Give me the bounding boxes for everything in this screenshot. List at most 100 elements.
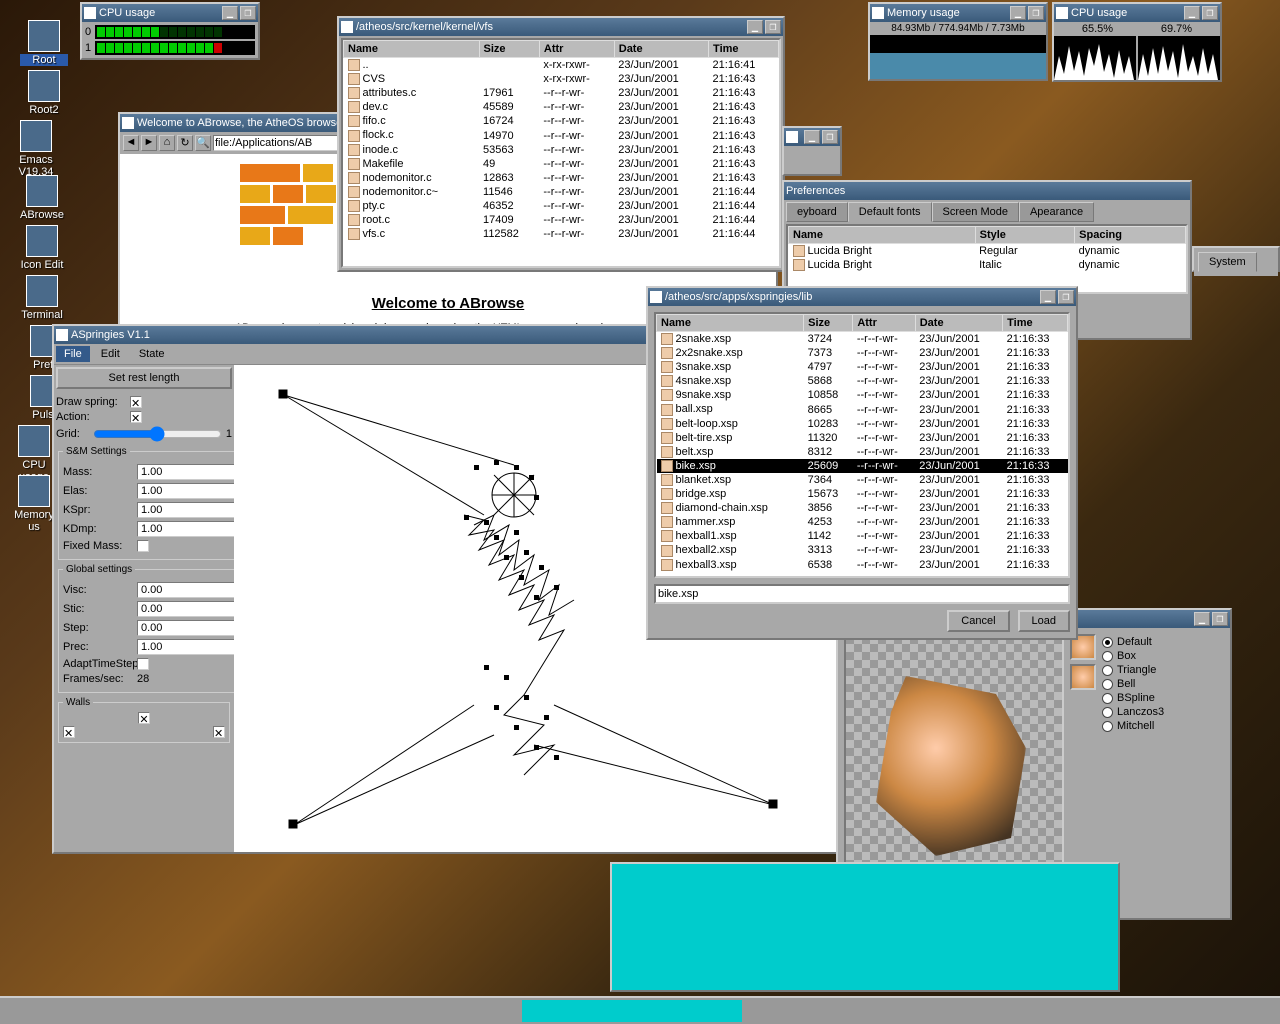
table-row[interactable]: vfs.c112582--r--r-wr-23/Jun/200121:16:44 <box>344 227 779 241</box>
kspr-input[interactable] <box>137 502 234 518</box>
step-input[interactable] <box>137 620 234 636</box>
tab-apearance[interactable]: Apearance <box>1019 202 1094 222</box>
table-row[interactable]: bike.xsp25609--r--r-wr-23/Jun/200121:16:… <box>657 459 1068 473</box>
col-header[interactable]: Name <box>344 41 480 58</box>
wall-left[interactable]: ✕ <box>63 726 75 738</box>
col-header[interactable]: Attr <box>853 315 915 332</box>
table-row[interactable]: root.c17409--r--r-wr-23/Jun/200121:16:44 <box>344 213 779 227</box>
filename-input[interactable] <box>654 584 1070 604</box>
col-header[interactable]: Date <box>614 41 708 58</box>
table-row[interactable]: attributes.c17961--r--r-wr-23/Jun/200121… <box>344 86 779 100</box>
radio-bspline[interactable] <box>1102 693 1113 704</box>
table-row[interactable]: fifo.c16724--r--r-wr-23/Jun/200121:16:43 <box>344 114 779 128</box>
radio-mitchell[interactable] <box>1102 721 1113 732</box>
desktop-icon-abrowse[interactable]: ABrowse <box>18 175 66 221</box>
desktop-icon-root[interactable]: Root <box>20 20 68 66</box>
col-header[interactable]: Name <box>789 227 976 244</box>
menu-state[interactable]: State <box>131 346 173 362</box>
col-header[interactable]: Name <box>657 315 804 332</box>
wall-top[interactable]: ✕ <box>138 712 150 724</box>
tab-system[interactable]: System <box>1198 252 1257 272</box>
radio-default[interactable] <box>1102 637 1113 648</box>
cpu2-titlebar[interactable]: CPU usage▁❐ <box>1054 4 1220 22</box>
taskbar[interactable] <box>0 996 1280 1024</box>
table-row[interactable]: diamond-chain.xsp3856--r--r-wr-23/Jun/20… <box>657 501 1068 515</box>
col-header[interactable]: Style <box>975 227 1075 244</box>
minimize-button[interactable]: ▁ <box>1184 6 1200 20</box>
radio-box[interactable] <box>1102 651 1113 662</box>
col-header[interactable]: Time <box>1003 315 1068 332</box>
maximize-button[interactable]: ❐ <box>1202 6 1218 20</box>
forward-button[interactable]: ► <box>141 135 157 151</box>
radio-lanczos3[interactable] <box>1102 707 1113 718</box>
maximize-button[interactable]: ❐ <box>1058 290 1074 304</box>
menu-file[interactable]: File <box>56 346 90 362</box>
file-list[interactable]: NameSizeAttrDateTime2snake.xsp3724--r--r… <box>654 312 1070 578</box>
table-row[interactable]: 2snake.xsp3724--r--r-wr-23/Jun/200121:16… <box>657 332 1068 347</box>
table-row[interactable]: 4snake.xsp5868--r--r-wr-23/Jun/200121:16… <box>657 374 1068 388</box>
maximize-button[interactable]: ❐ <box>1028 6 1044 20</box>
action-check[interactable]: ✕ <box>130 411 142 423</box>
minimize-button[interactable]: ▁ <box>747 20 763 34</box>
col-header[interactable]: Date <box>915 315 1002 332</box>
table-row[interactable]: nodemonitor.c~11546--r--r-wr-23/Jun/2001… <box>344 185 779 199</box>
table-row[interactable]: Lucida BrightRegulardynamic <box>789 244 1186 259</box>
table-row[interactable]: 9snake.xsp10858--r--r-wr-23/Jun/200121:1… <box>657 388 1068 402</box>
minimize-button[interactable]: ▁ <box>1194 612 1210 626</box>
table-row[interactable]: hammer.xsp4253--r--r-wr-23/Jun/200121:16… <box>657 515 1068 529</box>
radio-bell[interactable] <box>1102 679 1113 690</box>
col-header[interactable]: Time <box>709 41 779 58</box>
table-row[interactable]: pty.c46352--r--r-wr-23/Jun/200121:16:44 <box>344 199 779 213</box>
elas-input[interactable] <box>137 483 234 499</box>
table-row[interactable]: bridge.xsp15673--r--r-wr-23/Jun/200121:1… <box>657 487 1068 501</box>
grid-slider[interactable] <box>93 426 222 442</box>
maximize-button[interactable]: ❐ <box>765 20 781 34</box>
fonts-list[interactable]: NameStyleSpacingLucida BrightRegulardyna… <box>786 224 1188 294</box>
table-row[interactable]: hexball2.xsp3313--r--r-wr-23/Jun/200121:… <box>657 543 1068 557</box>
mass-input[interactable] <box>137 464 234 480</box>
maximize-button[interactable]: ❐ <box>240 6 256 20</box>
back-button[interactable]: ◄ <box>123 135 139 151</box>
table-row[interactable]: CVSx-rx-rxwr-23/Jun/200121:16:43 <box>344 72 779 86</box>
table-row[interactable]: hexball1.xsp1142--r--r-wr-23/Jun/200121:… <box>657 529 1068 543</box>
preview-2[interactable] <box>1070 664 1096 690</box>
cancel-button[interactable]: Cancel <box>947 610 1009 632</box>
filedlg-titlebar[interactable]: /atheos/src/apps/xspringies/lib▁❐ <box>648 288 1076 306</box>
table-row[interactable]: dev.c45589--r--r-wr-23/Jun/200121:16:43 <box>344 100 779 114</box>
desktop-icon-emacs-v19-34[interactable]: Emacs V19.34 <box>12 120 60 178</box>
reload-button[interactable]: ↻ <box>177 135 193 151</box>
wall-right[interactable]: ✕ <box>213 726 225 738</box>
minimize-button[interactable]: ▁ <box>804 130 820 144</box>
table-row[interactable]: ball.xsp8665--r--r-wr-23/Jun/200121:16:3… <box>657 402 1068 416</box>
table-row[interactable]: ..x-rx-rxwr-23/Jun/200121:16:41 <box>344 58 779 73</box>
draw-spring-check[interactable]: ✕ <box>130 396 142 408</box>
table-row[interactable]: 3snake.xsp4797--r--r-wr-23/Jun/200121:16… <box>657 360 1068 374</box>
tab-screen-mode[interactable]: Screen Mode <box>932 202 1019 222</box>
minimize-button[interactable]: ▁ <box>1010 6 1026 20</box>
table-row[interactable]: belt-tire.xsp11320--r--r-wr-23/Jun/20012… <box>657 431 1068 445</box>
table-row[interactable]: flock.c14970--r--r-wr-23/Jun/200121:16:4… <box>344 128 779 142</box>
table-row[interactable]: belt.xsp8312--r--r-wr-23/Jun/200121:16:3… <box>657 445 1068 459</box>
table-row[interactable]: 2x2snake.xsp7373--r--r-wr-23/Jun/200121:… <box>657 346 1068 360</box>
col-header[interactable]: Size <box>804 315 853 332</box>
table-row[interactable]: hexball3.xsp6538--r--r-wr-23/Jun/200121:… <box>657 558 1068 572</box>
menu-edit[interactable]: Edit <box>93 346 128 362</box>
memory-titlebar[interactable]: Memory usage▁❐ <box>870 4 1046 22</box>
table-row[interactable]: belt-loop.xsp10283--r--r-wr-23/Jun/20012… <box>657 417 1068 431</box>
tab-eyboard[interactable]: eyboard <box>786 202 848 222</box>
maximize-button[interactable]: ❐ <box>1212 612 1228 626</box>
find-button[interactable]: 🔍 <box>195 135 211 151</box>
file-list[interactable]: NameSizeAttrDateTime..x-rx-rxwr-23/Jun/2… <box>341 38 781 268</box>
cpu-usage-titlebar[interactable]: CPU usage▁❐ <box>82 4 258 22</box>
load-button[interactable]: Load <box>1018 610 1070 632</box>
prec-input[interactable] <box>137 639 234 655</box>
table-row[interactable]: Lucida BrightItalicdynamic <box>789 258 1186 272</box>
minimize-button[interactable]: ▁ <box>222 6 238 20</box>
prefs-titlebar[interactable]: Preferences <box>784 182 1190 200</box>
desktop-icon-terminal[interactable]: Terminal <box>18 275 66 321</box>
table-row[interactable]: Makefile49--r--r-wr-23/Jun/200121:16:43 <box>344 157 779 171</box>
taskbar-item[interactable] <box>522 1000 742 1022</box>
pixel-canvas[interactable] <box>844 634 1064 894</box>
col-header[interactable]: Attr <box>539 41 614 58</box>
radio-triangle[interactable] <box>1102 665 1113 676</box>
